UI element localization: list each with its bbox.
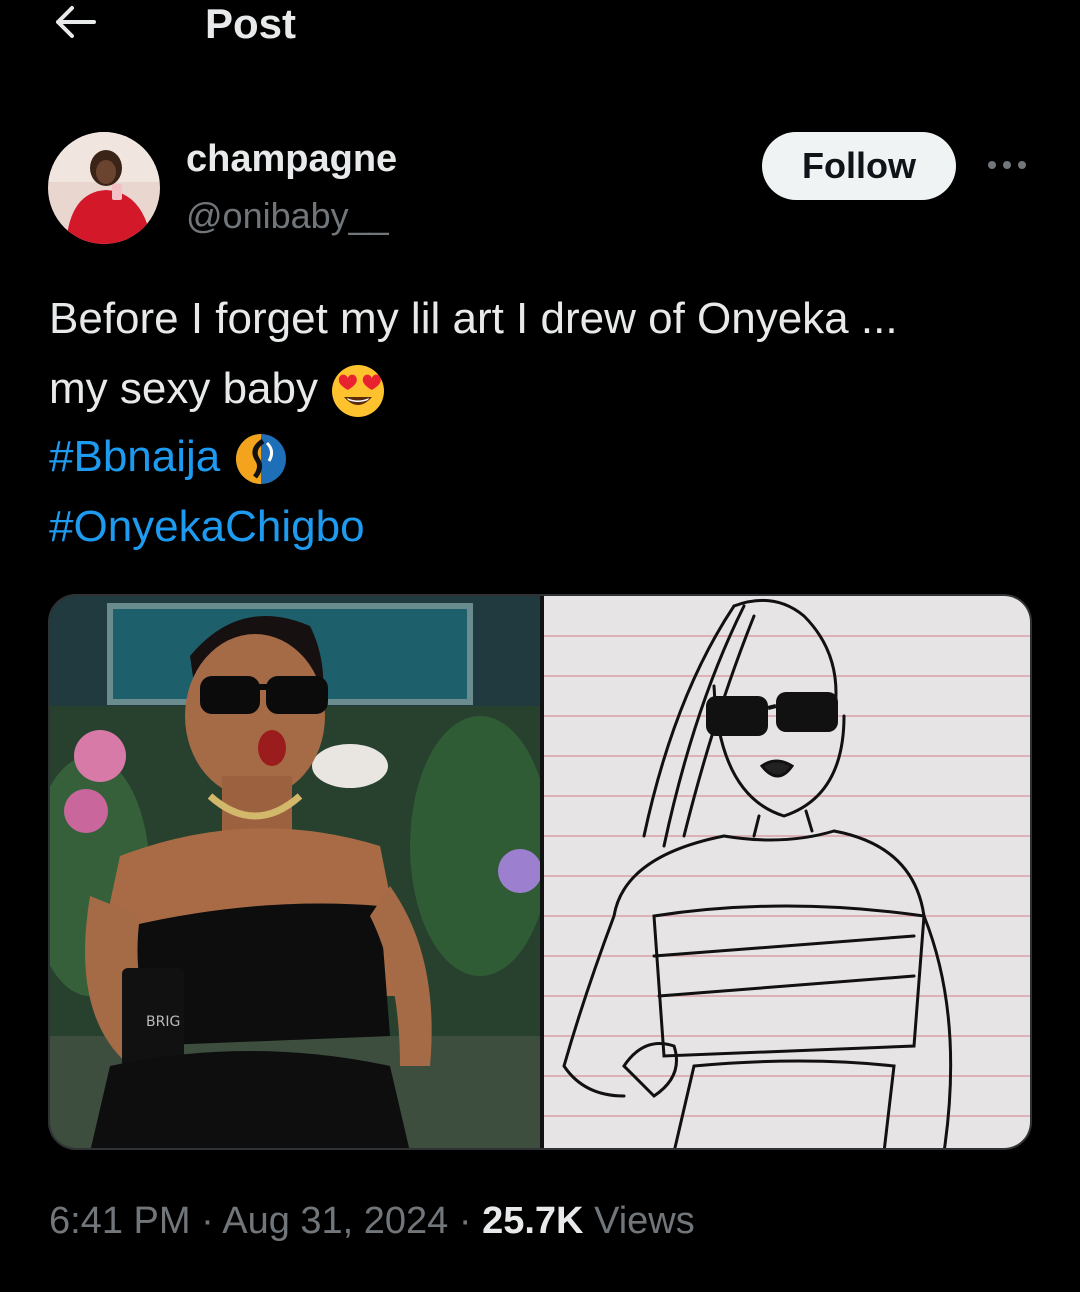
hashtag-bbnaija[interactable]: #Bbnaija xyxy=(49,432,220,481)
bbnaija-emoji xyxy=(235,434,286,485)
arrow-left-icon[interactable] xyxy=(50,0,100,44)
sketch-image[interactable] xyxy=(544,596,1032,1150)
hashtag-line-2: #OnyekaChigbo xyxy=(49,500,365,554)
top-bar: Post xyxy=(0,0,1080,60)
more-dots-icon[interactable] xyxy=(986,150,1028,180)
media-grid: BRIG xyxy=(48,594,1032,1150)
svg-text:BRIG: BRIG xyxy=(146,1014,180,1030)
author-handle[interactable]: @onibaby__ xyxy=(186,194,389,238)
post-text-line-2-label: my sexy baby xyxy=(49,364,318,413)
meta-separator: · xyxy=(201,1200,214,1242)
post-text-line-1: Before I forget my lil art I drew of Ony… xyxy=(49,294,898,343)
post-date: Aug 31, 2024 xyxy=(222,1200,449,1242)
author-name[interactable]: champagne xyxy=(186,136,397,182)
post-time: 6:41 PM xyxy=(49,1200,191,1242)
photo-image[interactable]: BRIG xyxy=(50,596,540,1150)
post-meta: 6:41 PM · Aug 31, 2024 · 25.7K Views xyxy=(49,1196,695,1246)
post-text-line-2: my sexy baby xyxy=(49,362,386,419)
views-count: 25.7K xyxy=(482,1200,584,1242)
follow-button[interactable]: Follow xyxy=(762,132,956,200)
hashtag-onyekachigbo[interactable]: #OnyekaChigbo xyxy=(49,502,365,551)
avatar[interactable] xyxy=(48,132,160,244)
page-title: Post xyxy=(205,0,297,47)
heart-eyes-emoji xyxy=(332,365,385,418)
meta-separator-2: · xyxy=(458,1200,472,1242)
hashtag-line-1: #Bbnaija xyxy=(49,430,289,487)
views-label[interactable]: Views xyxy=(594,1200,695,1242)
